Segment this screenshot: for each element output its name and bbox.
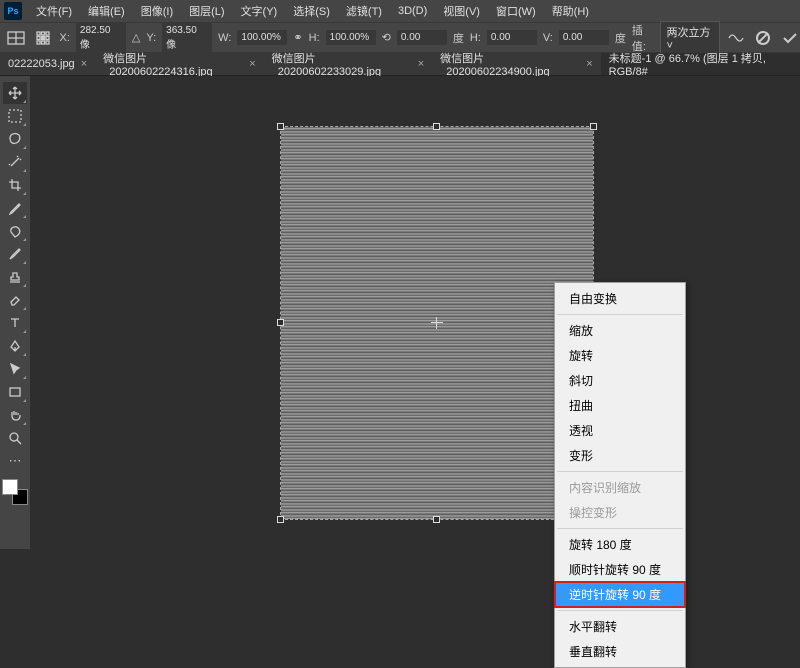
doc-tab-3[interactable]: 微信图片_20200602233029.jpg× (264, 53, 433, 75)
menu-filter[interactable]: 滤镜(T) (338, 0, 390, 22)
workspace: ⋯ 自由变换 缩放 旋转 斜切 扭曲 透视 变形 内容识别缩放 操控变形 (0, 76, 800, 549)
doc-tab-2[interactable]: 微信图片_20200602224316.jpg× (95, 53, 264, 75)
eyedropper-tool[interactable] (3, 197, 27, 219)
move-tool[interactable] (3, 82, 27, 104)
app-logo: Ps (4, 2, 22, 20)
edit-toolbar[interactable]: ⋯ (3, 450, 27, 472)
separator (557, 471, 683, 472)
ctx-puppet-warp: 操控变形 (555, 500, 685, 525)
ctx-rotate-cw-90[interactable]: 顺时针旋转 90 度 (555, 557, 685, 582)
ctx-content-aware: 内容识别缩放 (555, 475, 685, 500)
interp-label: 插值: (632, 22, 654, 54)
vskew-label: V: (543, 32, 553, 44)
ctx-warp[interactable]: 变形 (555, 443, 685, 468)
y-label: Y: (146, 32, 156, 44)
ctx-skew[interactable]: 斜切 (555, 368, 685, 393)
transform-bbox[interactable] (280, 126, 594, 520)
tab-bar: 02222053.jpg× 微信图片_20200602224316.jpg× 微… (0, 52, 800, 76)
tool-panel: ⋯ (0, 76, 30, 549)
menu-type[interactable]: 文字(Y) (233, 0, 286, 22)
ctx-rotate-180[interactable]: 旋转 180 度 (555, 532, 685, 557)
doc-tab-4[interactable]: 微信图片_20200602234900.jpg× (432, 53, 601, 75)
path-select-tool[interactable] (3, 358, 27, 380)
deg-label-2: 度 (615, 30, 626, 46)
options-bar: X: 282.50 像 △ Y: 363.50 像 W: 100.00% ⚭ H… (0, 22, 800, 52)
vskew-input[interactable]: 0.00 (559, 30, 609, 45)
wand-tool[interactable] (3, 151, 27, 173)
ctx-flip-h[interactable]: 水平翻转 (555, 614, 685, 639)
ctx-flip-v[interactable]: 垂直翻转 (555, 639, 685, 664)
color-swatches[interactable] (2, 479, 28, 505)
menu-window[interactable]: 窗口(W) (488, 0, 544, 22)
angle-input[interactable]: 0.00 (397, 30, 447, 45)
cancel-icon[interactable] (753, 26, 774, 50)
close-icon[interactable]: × (249, 58, 255, 70)
separator (557, 314, 683, 315)
separator (557, 528, 683, 529)
ctx-rotate-ccw-90[interactable]: 逆时针旋转 90 度 (555, 582, 685, 607)
heal-tool[interactable] (3, 220, 27, 242)
marquee-tool[interactable] (3, 105, 27, 127)
w-input[interactable]: 100.00% (237, 30, 287, 45)
separator (557, 610, 683, 611)
type-tool[interactable] (3, 312, 27, 334)
deg-label: 度 (453, 30, 464, 46)
link-icon[interactable]: ⚭ (293, 31, 302, 44)
eraser-tool[interactable] (3, 289, 27, 311)
crop-tool[interactable] (3, 174, 27, 196)
lasso-tool[interactable] (3, 128, 27, 150)
brush-tool[interactable] (3, 243, 27, 265)
delta-icon[interactable]: △ (132, 31, 140, 44)
zoom-tool[interactable] (3, 427, 27, 449)
close-icon[interactable]: × (81, 58, 87, 70)
menu-image[interactable]: 图像(I) (133, 0, 181, 22)
stamp-tool[interactable] (3, 266, 27, 288)
handle-tm[interactable] (433, 123, 440, 130)
menu-edit[interactable]: 编辑(E) (80, 0, 133, 22)
hskew-input[interactable]: 0.00 (487, 30, 537, 45)
ctx-scale[interactable]: 缩放 (555, 318, 685, 343)
transform-icon[interactable] (6, 26, 27, 50)
ctx-free-transform[interactable]: 自由变换 (555, 286, 685, 311)
close-icon[interactable]: × (418, 58, 424, 70)
handle-bm[interactable] (433, 516, 440, 523)
commit-icon[interactable] (779, 26, 800, 50)
menu-bar: Ps 文件(F) 编辑(E) 图像(I) 图层(L) 文字(Y) 选择(S) 滤… (0, 0, 800, 22)
handle-tr[interactable] (590, 123, 597, 130)
fg-color[interactable] (2, 479, 18, 495)
ctx-perspective[interactable]: 透视 (555, 418, 685, 443)
pen-tool[interactable] (3, 335, 27, 357)
handle-tl[interactable] (277, 123, 284, 130)
ctx-distort[interactable]: 扭曲 (555, 393, 685, 418)
hskew-label: H: (470, 32, 481, 44)
y-input[interactable]: 363.50 像 (162, 23, 212, 53)
x-label: X: (60, 32, 70, 44)
handle-bl[interactable] (277, 516, 284, 523)
handle-ml[interactable] (277, 319, 284, 326)
angle-icon: ⟲ (382, 31, 391, 44)
shape-tool[interactable] (3, 381, 27, 403)
menu-file[interactable]: 文件(F) (28, 0, 80, 22)
hand-tool[interactable] (3, 404, 27, 426)
doc-tab-1[interactable]: 02222053.jpg× (0, 53, 95, 75)
w-label: W: (218, 32, 231, 44)
ref-point-icon[interactable] (431, 317, 443, 329)
menu-layer[interactable]: 图层(L) (181, 0, 232, 22)
ctx-rotate[interactable]: 旋转 (555, 343, 685, 368)
close-icon[interactable]: × (586, 58, 592, 70)
menu-help[interactable]: 帮助(H) (544, 0, 597, 22)
ref-point-icon[interactable] (33, 26, 54, 50)
h-input[interactable]: 100.00% (326, 30, 376, 45)
menu-view[interactable]: 视图(V) (435, 0, 488, 22)
menu-3d[interactable]: 3D(D) (390, 2, 435, 20)
warp-mode-icon[interactable] (726, 26, 747, 50)
menu-select[interactable]: 选择(S) (285, 0, 338, 22)
doc-tab-5[interactable]: 未标题-1 @ 66.7% (图层 1 拷贝, RGB/8# (601, 53, 800, 75)
context-menu: 自由变换 缩放 旋转 斜切 扭曲 透视 变形 内容识别缩放 操控变形 旋转 18… (554, 282, 686, 668)
h-label: H: (309, 32, 320, 44)
x-input[interactable]: 282.50 像 (76, 23, 126, 53)
